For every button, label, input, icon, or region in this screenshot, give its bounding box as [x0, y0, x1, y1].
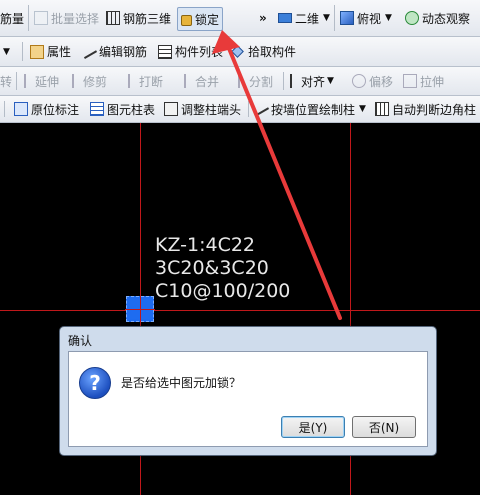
yes-button[interactable]: 是(Y): [281, 416, 345, 438]
dialog-body: ? 是否给选中图元加锁？ 是(Y) 否(N): [68, 351, 428, 447]
no-button[interactable]: 否(N): [352, 416, 416, 438]
dialog-title: 确认: [68, 334, 93, 348]
dialog-message: 是否给选中图元加锁？: [121, 376, 242, 390]
question-icon: ?: [79, 367, 111, 399]
arrow-head: [212, 30, 240, 54]
arrow-shaft: [226, 44, 342, 320]
confirm-dialog: 确认 ? 是否给选中图元加锁？ 是(Y) 否(N): [59, 326, 437, 456]
